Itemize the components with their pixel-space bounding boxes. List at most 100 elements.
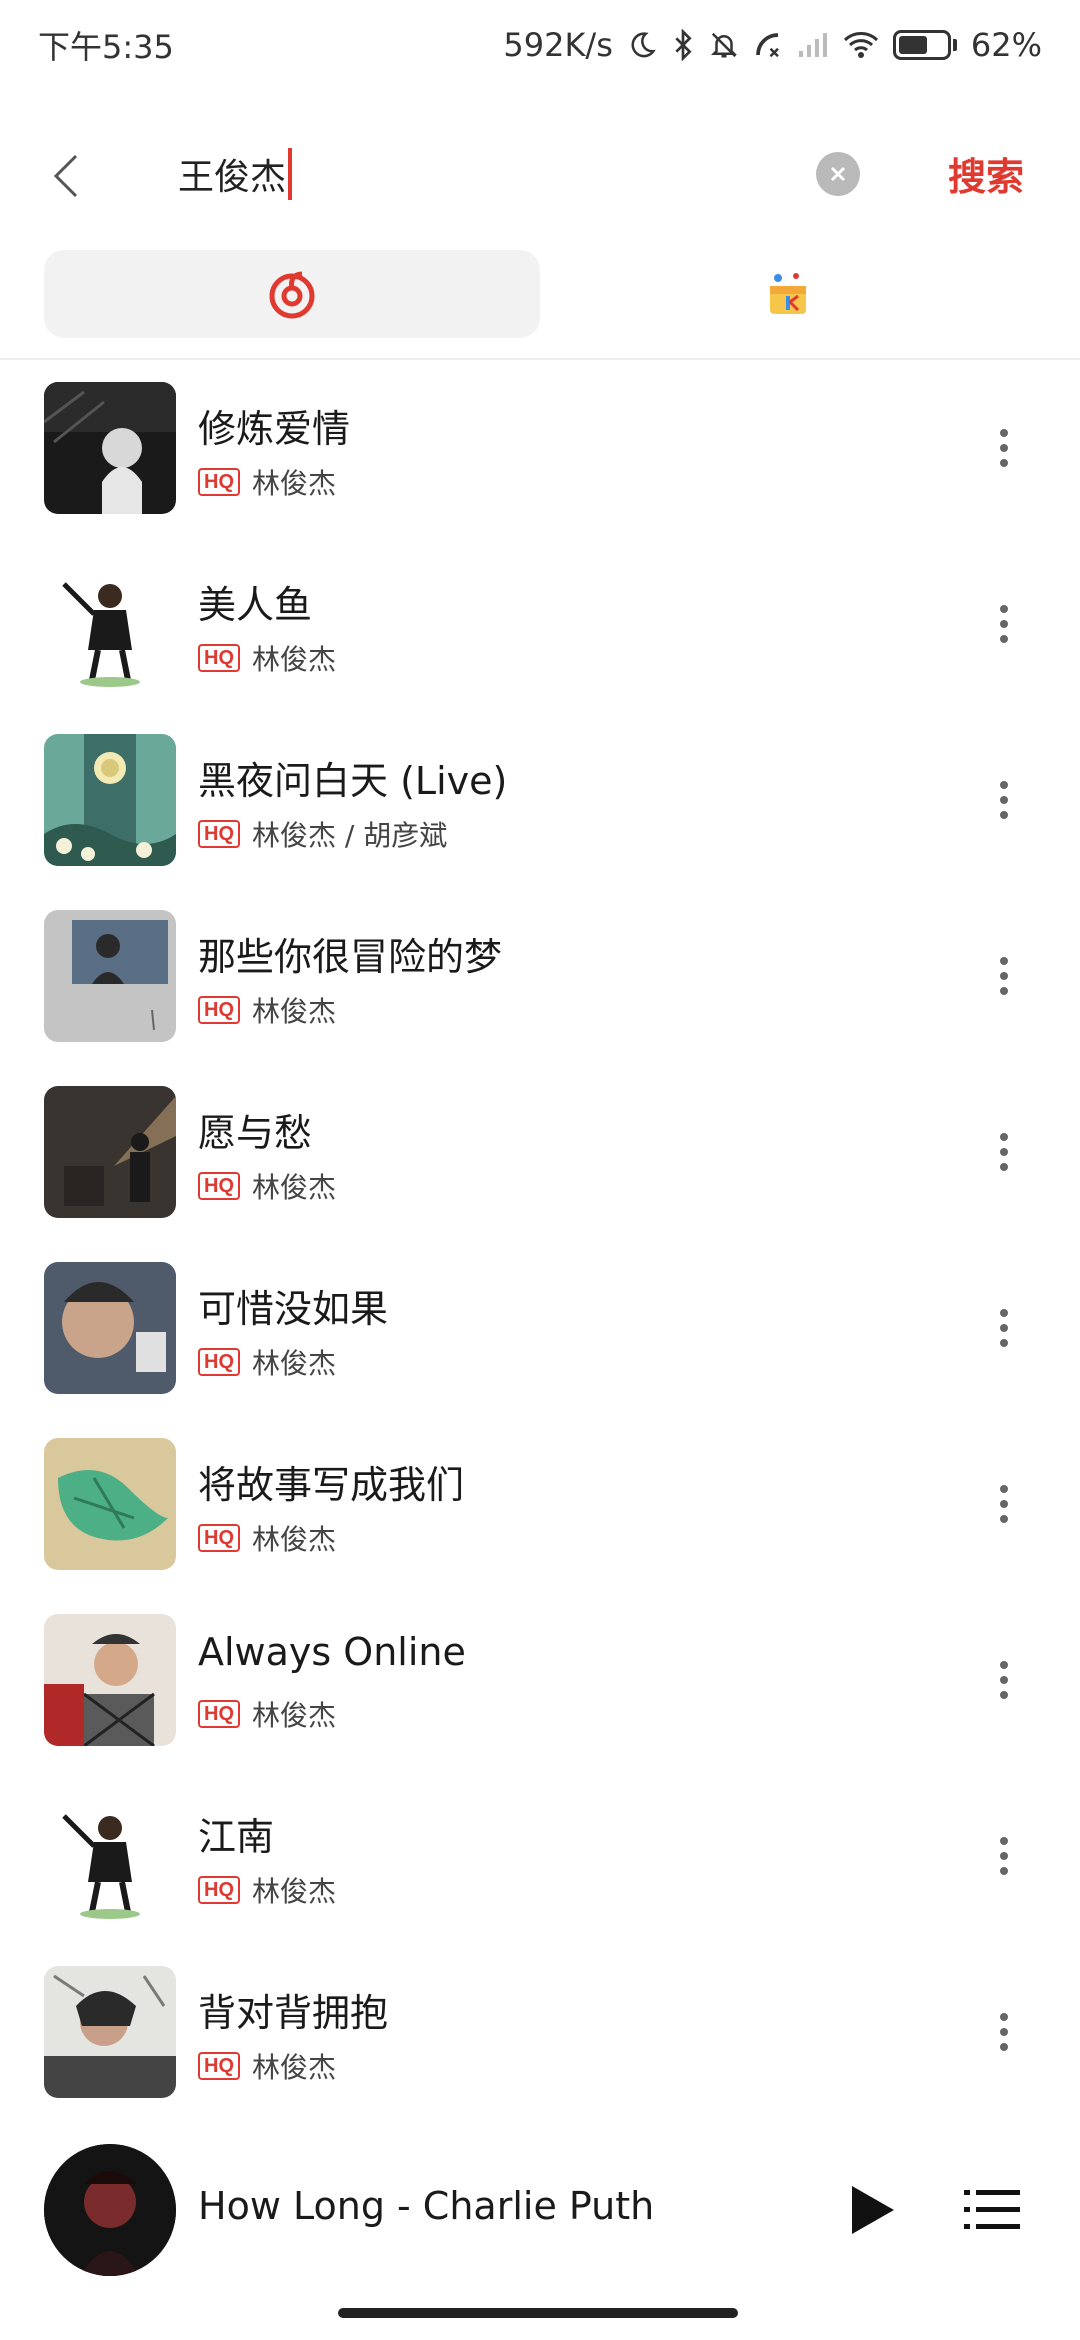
artist-name: 林俊杰 (252, 1699, 337, 1732)
hq-badge: HQ (198, 1172, 240, 1200)
status-icons: 592K/s 62% (503, 26, 1042, 64)
list-item[interactable]: 将故事写成我们 HQ 林俊杰 (0, 1436, 1080, 1612)
song-list: 修炼爱情 HQ 林俊杰 美人鱼 HQ 林俊杰 黑夜问白天 (Live) HQ 林… (0, 380, 1080, 2140)
now-playing-cover[interactable] (44, 2144, 176, 2276)
song-title: 江南 (198, 1815, 275, 1859)
list-item[interactable]: 修炼爱情 HQ 林俊杰 (0, 380, 1080, 556)
back-button[interactable] (46, 148, 86, 204)
search-query: 王俊杰 (178, 157, 287, 198)
artist-name: 林俊杰 (252, 995, 337, 1028)
more-options-button[interactable] (984, 770, 1024, 830)
song-meta: HQ 林俊杰 (198, 1870, 336, 1910)
hq-badge: HQ (198, 644, 240, 672)
battery-icon (892, 30, 957, 60)
song-title: 黑夜问白天 (Live) (198, 759, 508, 803)
song-title: 那些你很冒险的梦 (198, 935, 503, 979)
more-options-button[interactable] (984, 1298, 1024, 1358)
play-button[interactable] (848, 2182, 898, 2238)
close-icon (830, 166, 846, 182)
signal-icon (797, 31, 829, 59)
song-meta: HQ 林俊杰 (198, 1518, 336, 1558)
album-cover (44, 1966, 176, 2098)
song-meta: HQ 林俊杰 (198, 990, 336, 1030)
song-title: 修炼爱情 (198, 407, 351, 451)
album-cover (44, 910, 176, 1042)
mini-player[interactable]: How Long - Charlie Puth (0, 2140, 1080, 2280)
net-speed: 592K/s (503, 26, 613, 64)
song-meta: HQ 林俊杰 (198, 2046, 336, 2086)
hq-badge: HQ (198, 2052, 240, 2080)
playlist-button[interactable] (964, 2188, 1020, 2232)
text-caret (288, 148, 293, 200)
hq-badge: HQ (198, 1348, 240, 1376)
artist-name: 林俊杰 (252, 2051, 337, 2084)
search-header: 王俊杰 搜索 (0, 120, 1080, 230)
album-cover (44, 1438, 176, 1570)
song-meta: HQ 林俊杰 (198, 638, 336, 678)
album-cover (44, 1262, 176, 1394)
song-title: 愿与愁 (198, 1111, 313, 1155)
song-title: 背对背拥抱 (198, 1991, 389, 2035)
song-meta: HQ 林俊杰 / 胡彦斌 (198, 814, 447, 854)
moon-icon (627, 30, 657, 60)
clear-search-button[interactable] (816, 152, 860, 196)
list-item[interactable]: 背对背拥抱 HQ 林俊杰 (0, 1964, 1080, 2140)
list-item[interactable]: 江南 HQ 林俊杰 (0, 1788, 1080, 1964)
more-options-button[interactable] (984, 1474, 1024, 1534)
hq-badge: HQ (198, 1700, 240, 1728)
list-item[interactable]: 愿与愁 HQ 林俊杰 (0, 1084, 1080, 1260)
album-cover (44, 1614, 176, 1746)
tab-kge-karaoke[interactable] (540, 250, 1036, 338)
list-item[interactable]: 美人鱼 HQ 林俊杰 (0, 556, 1080, 732)
artist-name: 林俊杰 (252, 1875, 337, 1908)
artist-name: 林俊杰 (252, 1347, 337, 1380)
song-title: Always Online (198, 1630, 466, 1674)
search-button[interactable]: 搜索 (948, 146, 1024, 201)
status-time: 下午5:35 (38, 28, 174, 66)
artist-name: 林俊杰 (252, 643, 337, 676)
more-options-button[interactable] (984, 1122, 1024, 1182)
battery-percent: 62% (970, 26, 1042, 64)
song-title: 将故事写成我们 (198, 1463, 465, 1507)
song-meta: HQ 林俊杰 (198, 1166, 336, 1206)
now-playing-title: How Long - Charlie Puth (198, 2184, 655, 2228)
song-title: 美人鱼 (198, 583, 313, 627)
artist-name: 林俊杰 / 胡彦斌 (252, 819, 448, 852)
wifi-icon (843, 30, 879, 60)
artist-name: 林俊杰 (252, 467, 337, 500)
call-forward-icon (753, 30, 783, 60)
more-options-button[interactable] (984, 946, 1024, 1006)
hq-badge: HQ (198, 820, 240, 848)
list-item[interactable]: Always Online HQ 林俊杰 (0, 1612, 1080, 1788)
search-input[interactable]: 王俊杰 (178, 142, 778, 206)
album-cover (44, 1086, 176, 1218)
artist-name: 林俊杰 (252, 1171, 337, 1204)
list-item[interactable]: 可惜没如果 HQ 林俊杰 (0, 1260, 1080, 1436)
more-options-button[interactable] (984, 418, 1024, 478)
more-options-button[interactable] (984, 594, 1024, 654)
header-divider (0, 358, 1080, 360)
more-options-button[interactable] (984, 1650, 1024, 1710)
hq-badge: HQ (198, 996, 240, 1024)
song-meta: HQ 林俊杰 (198, 1694, 336, 1734)
netease-music-icon (269, 271, 315, 319)
album-cover (44, 734, 176, 866)
more-options-button[interactable] (984, 2002, 1024, 2062)
status-bar: 下午5:35 592K/s 62% (0, 0, 1080, 90)
song-title: 可惜没如果 (198, 1287, 389, 1331)
artist-name: 林俊杰 (252, 1523, 337, 1556)
song-meta: HQ 林俊杰 (198, 1342, 336, 1382)
album-cover (44, 558, 176, 690)
more-options-button[interactable] (984, 1826, 1024, 1886)
play-icon (852, 2186, 894, 2234)
album-cover (44, 382, 176, 514)
hq-badge: HQ (198, 1876, 240, 1904)
hq-badge: HQ (198, 1524, 240, 1552)
home-indicator[interactable] (338, 2308, 738, 2318)
list-item[interactable]: 那些你很冒险的梦 HQ 林俊杰 (0, 908, 1080, 1084)
list-item[interactable]: 黑夜问白天 (Live) HQ 林俊杰 / 胡彦斌 (0, 732, 1080, 908)
bluetooth-icon (671, 29, 695, 61)
album-cover (44, 1790, 176, 1922)
tab-netease-music[interactable] (44, 250, 540, 338)
karaoke-gift-icon (770, 273, 806, 314)
